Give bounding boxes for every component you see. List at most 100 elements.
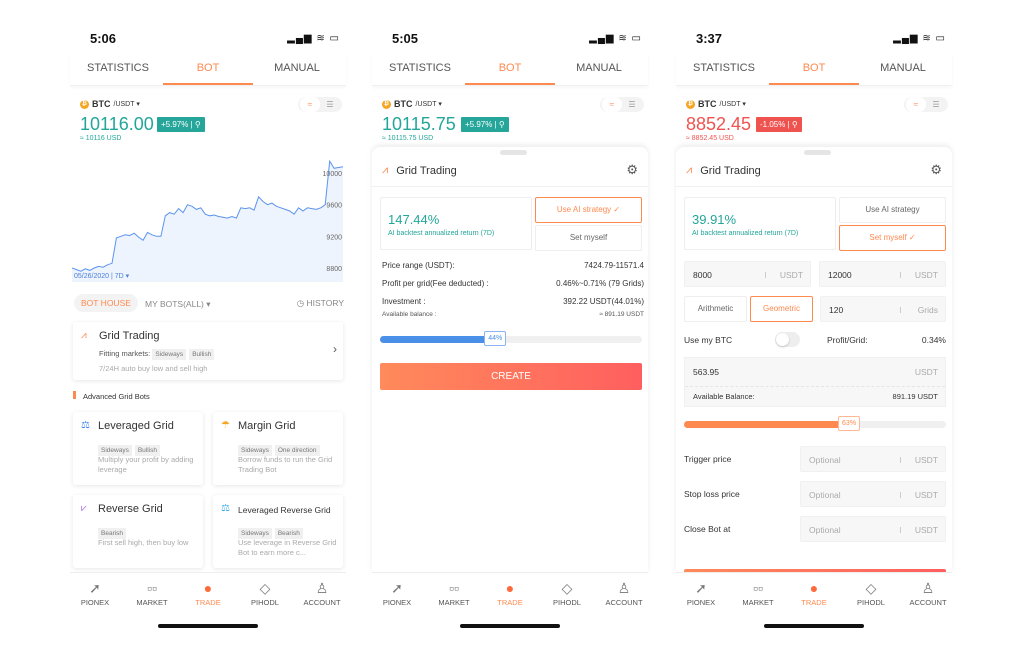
tab-manual[interactable]: MANUAL	[576, 62, 622, 74]
pair-base: BTC	[698, 99, 717, 109]
divider	[676, 186, 952, 187]
status-time: 3:37	[696, 31, 723, 46]
bottom-nav: ➚ PIONEX ▫▫ MARKET ● TRADE ◇ PIHODL ♙ ACCOUNT	[70, 572, 346, 617]
nav-market[interactable]: ▫▫ MARKET	[733, 580, 783, 607]
lower-price-input[interactable]: 8000 USDT	[684, 261, 811, 287]
list-view-icon[interactable]: ☰	[926, 97, 946, 112]
nav-trade[interactable]: ● TRADE	[789, 580, 839, 607]
row-label: Investment :	[382, 297, 426, 306]
user-icon: ♙	[921, 580, 935, 596]
nav-pihodl[interactable]: ◇ PIHODL	[240, 580, 290, 607]
bot-card[interactable]: ⚖ Leveraged Grid Sideways Bullish Multiply y…	[73, 412, 203, 485]
tab-manual[interactable]: MANUAL	[274, 62, 320, 74]
geometric-button[interactable]: Geometric	[750, 296, 813, 322]
set-myself-button[interactable]: Set myself	[535, 225, 642, 251]
chevron-right-icon: ›	[333, 342, 337, 356]
my-bots-tab[interactable]: MY BOTS(ALL) ▾	[145, 299, 211, 310]
home-indicator	[764, 624, 864, 628]
history-button[interactable]: ◷ HISTORY	[297, 298, 344, 309]
chart-view-icon[interactable]: ≈	[602, 97, 622, 112]
gear-icon[interactable]: ⚙	[626, 162, 638, 178]
tab-statistics[interactable]: STATISTICS	[693, 62, 755, 74]
nav-market[interactable]: ▫▫ MARKET	[127, 580, 177, 607]
grid-trading-card[interactable]: ⩘ Grid Trading Fitting markets: Sideways…	[73, 322, 343, 380]
use-ai-strategy-button[interactable]: Use AI strategy ✓	[535, 197, 642, 223]
close-bot-at-input[interactable]: Optional USDT	[800, 516, 946, 542]
pair-selector[interactable]: ₿ BTC/USDT ▾	[80, 99, 140, 109]
tab-bot[interactable]: BOT	[499, 62, 522, 74]
nav-pionex[interactable]: ➚ PIONEX	[676, 580, 726, 607]
sheet-handle[interactable]	[804, 150, 831, 155]
row-value: 7424.79-11571.4	[584, 261, 644, 270]
tab-bot[interactable]: BOT	[803, 62, 826, 74]
nav-trade[interactable]: ● TRADE	[183, 580, 233, 607]
nav-label: PIONEX	[382, 598, 412, 607]
chart-view-icon[interactable]: ≈	[300, 97, 320, 112]
sheet-title: Grid Trading	[396, 164, 457, 177]
bot-card[interactable]: ☂ Margin Grid Sideways One direction Borrow …	[213, 412, 343, 485]
diamond-icon: ◇	[865, 580, 877, 596]
nav-pionex[interactable]: ➚ PIONEX	[372, 580, 422, 607]
pair-selector[interactable]: ₿ BTC/USDT ▾	[686, 99, 746, 109]
price: 10116.00	[80, 114, 154, 134]
slider-handle[interactable]: 44%	[484, 331, 507, 346]
view-toggle[interactable]: ≈ ☰	[904, 97, 948, 112]
market-icon: ▫▫	[753, 580, 763, 596]
nav-market[interactable]: ▫▫ MARKET	[429, 580, 479, 607]
tab-bot[interactable]: BOT	[197, 62, 220, 74]
create-button[interactable]: CREATE	[380, 363, 642, 390]
use-btc-toggle[interactable]	[775, 332, 800, 347]
list-view-icon[interactable]: ☰	[622, 97, 642, 112]
set-myself-button[interactable]: Set myself ✓	[839, 225, 946, 251]
status-icons: ▂▄▆ ≋ ▭	[589, 33, 642, 44]
grids-input[interactable]: 120 Grids	[820, 296, 946, 322]
list-view-icon[interactable]: ☰	[320, 97, 340, 112]
use-ai-strategy-button[interactable]: Use AI strategy	[839, 197, 946, 223]
bot-card[interactable]: ⩗ Reverse Grid Bearish First sell high, the…	[73, 495, 203, 568]
sheet-handle[interactable]	[500, 150, 527, 155]
available-balance-value: 891.19 USDT	[892, 392, 938, 401]
home-indicator	[158, 624, 258, 628]
pair-selector[interactable]: ₿ BTC/USDT ▾	[382, 99, 442, 109]
bot-card[interactable]: ⚖ Leveraged Reverse Grid Sideways Bearish Us…	[213, 495, 343, 568]
nav-pihodl[interactable]: ◇ PIHODL	[846, 580, 896, 607]
investment-slider[interactable]: 63%	[684, 416, 946, 431]
arithmetic-button[interactable]: Arithmetic	[684, 296, 747, 322]
chart-view-icon[interactable]: ≈	[906, 97, 926, 112]
pair-quote: /USDT ▾	[113, 101, 140, 108]
sheet-title: Grid Trading	[700, 164, 761, 177]
return-value: 147.44%	[388, 212, 440, 227]
bot-house-tab[interactable]: BOT HOUSE	[74, 294, 138, 312]
status-icons: ▂▄▆ ≋ ▭	[287, 33, 340, 44]
gear-icon[interactable]: ⚙	[930, 162, 942, 178]
nav-account[interactable]: ♙ ACCOUNT	[599, 580, 649, 607]
card-desc: Multiply your profit by adding leverage	[98, 455, 194, 474]
nav-pionex[interactable]: ➚ PIONEX	[70, 580, 120, 607]
y-tick-label: 10000	[323, 171, 343, 178]
btc-coin-icon: ₿	[686, 99, 695, 109]
slider-handle[interactable]: 63%	[838, 416, 861, 431]
usd-price: ≈ 10115.75 USD	[382, 135, 434, 142]
investment-slider[interactable]: 44%	[380, 331, 642, 346]
upper-price-input[interactable]: 12000 USDT	[819, 261, 946, 287]
tab-statistics[interactable]: STATISTICS	[87, 62, 149, 74]
pionex-logo-icon: ➚	[695, 580, 707, 596]
card-desc: Borrow funds to run the Grid Trading Bot	[238, 455, 333, 474]
investment-box[interactable]: 563.95 USDT Available Balance: 891.19 US…	[684, 357, 946, 407]
input-value: 120	[829, 305, 844, 315]
nav-pihodl[interactable]: ◇ PIHODL	[542, 580, 592, 607]
tab-manual[interactable]: MANUAL	[880, 62, 926, 74]
stop-loss-price-input[interactable]: Optional USDT	[800, 481, 946, 507]
trigger-price-input[interactable]: Optional USDT	[800, 446, 946, 472]
view-toggle[interactable]: ≈ ☰	[298, 97, 342, 112]
nav-account[interactable]: ♙ ACCOUNT	[297, 580, 347, 607]
leveraged-reverse-grid-icon: ⚖	[221, 503, 230, 514]
view-toggle[interactable]: ≈ ☰	[600, 97, 644, 112]
tab-statistics[interactable]: STATISTICS	[389, 62, 451, 74]
nav-account[interactable]: ♙ ACCOUNT	[903, 580, 953, 607]
user-icon: ♙	[315, 580, 329, 596]
price-chart[interactable]: 10000 9600 9200 8800	[72, 150, 345, 282]
y-tick-label: 8800	[326, 266, 342, 273]
nav-trade[interactable]: ● TRADE	[485, 580, 535, 607]
chart-date-range[interactable]: 05/26/2020 | 7D ▾	[74, 272, 129, 280]
